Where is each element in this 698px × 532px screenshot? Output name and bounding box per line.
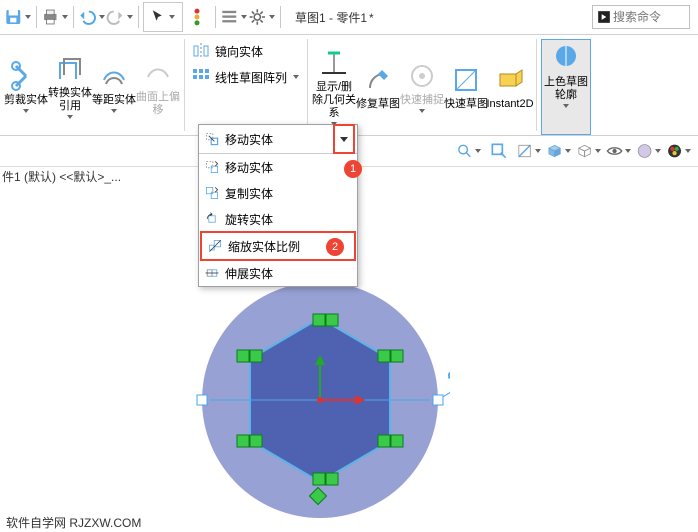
menu-rotate[interactable]: 旋转实体 — [199, 206, 357, 232]
quick-access-toolbar: 草图1 - 零件1* — [0, 0, 698, 35]
view-orientation-icon[interactable] — [546, 138, 572, 164]
display-relations[interactable]: 显示/删除几何关系 — [312, 47, 356, 128]
menu-copy[interactable]: 复制实体 — [199, 180, 357, 206]
convert-entities[interactable]: 转换实体引用 — [48, 53, 92, 121]
search-command[interactable] — [592, 5, 690, 29]
traffic-icon[interactable] — [183, 3, 211, 31]
move-entities-dropdown: 移动实体 移动实体 复制实体 旋转实体 缩放实体比例 伸展实体 — [198, 124, 358, 287]
display-style-icon[interactable] — [576, 138, 602, 164]
run-icon — [597, 10, 611, 24]
list-view-button[interactable] — [220, 3, 248, 31]
zoom-area-icon[interactable] — [486, 138, 512, 164]
dropdown-header-label: 移动实体 — [225, 131, 333, 148]
print-button[interactable] — [41, 3, 69, 31]
callout-2: 2 — [326, 238, 344, 256]
move-icon — [199, 159, 225, 175]
move-entities-row[interactable] — [189, 91, 303, 115]
scale-icon — [202, 238, 228, 254]
document-title: 草图1 - 零件1* — [285, 7, 384, 28]
dropdown-header[interactable]: 移动实体 — [199, 125, 357, 154]
ribbon: 剪裁实体 转换实体引用 等距实体 曲面上偏移 镜向实体 线性草图阵列 显示/删除… — [0, 35, 698, 136]
rapid-sketch[interactable]: 快速草图 — [444, 64, 488, 111]
instant2d[interactable]: Instant2D — [488, 64, 532, 111]
edit-appearance-icon[interactable] — [636, 138, 662, 164]
settings-button[interactable] — [248, 3, 276, 31]
apply-scene-icon[interactable] — [666, 138, 692, 164]
callout-1: 1 — [344, 160, 362, 178]
stretch-icon — [199, 265, 225, 281]
footer-credit: 软件自学网 RJZXW.COM — [0, 512, 141, 532]
save-button[interactable] — [4, 3, 32, 31]
linear-pattern[interactable]: 线性草图阵列 — [189, 65, 303, 89]
zoom-fit-icon[interactable] — [456, 138, 482, 164]
shaded-sketch-contours[interactable]: 上色草图轮廓 — [541, 39, 591, 135]
svg-text:⌀30: ⌀30 — [448, 367, 450, 381]
move-icon — [199, 131, 225, 147]
trim-entities[interactable]: 剪裁实体 — [4, 60, 48, 115]
menu-stretch[interactable]: 伸展实体 — [199, 260, 357, 286]
menu-move[interactable]: 移动实体 — [199, 154, 357, 180]
hide-show-icon[interactable] — [606, 138, 632, 164]
quick-snap: 快速捕捉 — [400, 60, 444, 115]
feature-tree-item[interactable]: 件1 (默认) <<默认>_... — [0, 168, 121, 185]
rotate-icon — [199, 211, 225, 227]
dropdown-expand[interactable] — [333, 124, 355, 154]
search-input[interactable] — [611, 9, 685, 25]
undo-button[interactable] — [78, 3, 106, 31]
surface-offset: 曲面上偏移 — [136, 57, 180, 117]
redo-button[interactable] — [106, 3, 134, 31]
select-tool[interactable] — [143, 2, 183, 32]
section-view-icon[interactable] — [516, 138, 542, 164]
offset-entities[interactable]: 等距实体 — [92, 60, 136, 115]
repair-sketch[interactable]: 修复草图 — [356, 64, 400, 111]
mirror-entities[interactable]: 镜向实体 — [189, 39, 303, 63]
copy-icon — [199, 185, 225, 201]
sketch-geometry[interactable]: ⌀30 — [190, 270, 450, 530]
